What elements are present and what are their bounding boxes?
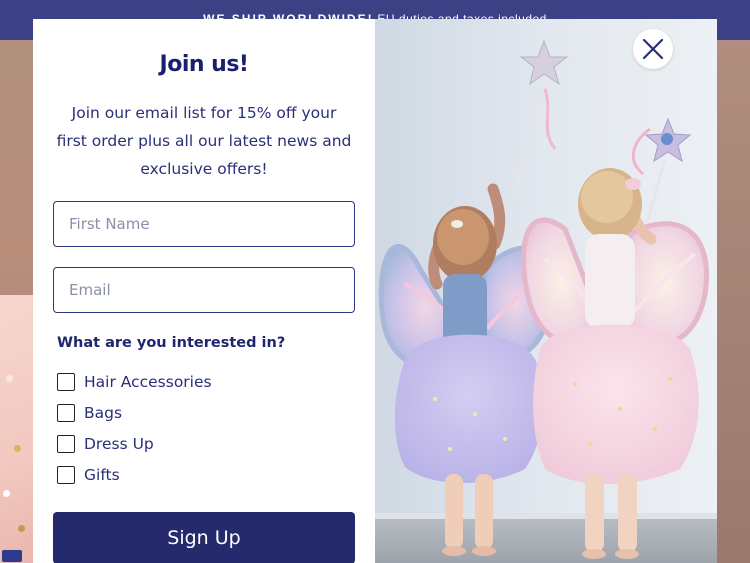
checkbox-label: Bags (84, 404, 123, 422)
checkbox[interactable] (57, 435, 75, 453)
interest-option-hair-accessories[interactable]: Hair Accessories (57, 371, 212, 393)
promo-photo (375, 19, 717, 563)
close-icon (642, 38, 664, 60)
checkbox[interactable] (57, 466, 75, 484)
interest-option-dress-up[interactable]: Dress Up (57, 433, 154, 455)
close-modal-button[interactable] (633, 29, 673, 69)
checkbox[interactable] (57, 404, 75, 422)
signup-form: Join us! Join our email list for 15% off… (33, 19, 375, 563)
checkbox-label: Gifts (84, 466, 120, 484)
checkbox-label: Hair Accessories (84, 373, 212, 391)
interest-option-gifts[interactable]: Gifts (57, 464, 120, 486)
background-product-image (0, 295, 34, 563)
sign-up-button[interactable]: Sign Up (53, 512, 355, 563)
interest-heading: What are you interested in? (57, 335, 286, 351)
first-name-field[interactable] (53, 201, 355, 247)
checkbox-label: Dress Up (84, 435, 154, 453)
email-field[interactable] (53, 267, 355, 313)
checkbox[interactable] (57, 373, 75, 391)
photo-two-girls-fairy-wings-icon (375, 19, 717, 563)
interest-option-bags[interactable]: Bags (57, 402, 122, 424)
modal-title: Join us! (159, 52, 249, 77)
modal-subtitle: Join our email list for 15% off your fir… (56, 104, 352, 178)
backdrop-right-edge (717, 40, 750, 563)
signup-modal: Join us! Join our email list for 15% off… (33, 19, 717, 563)
